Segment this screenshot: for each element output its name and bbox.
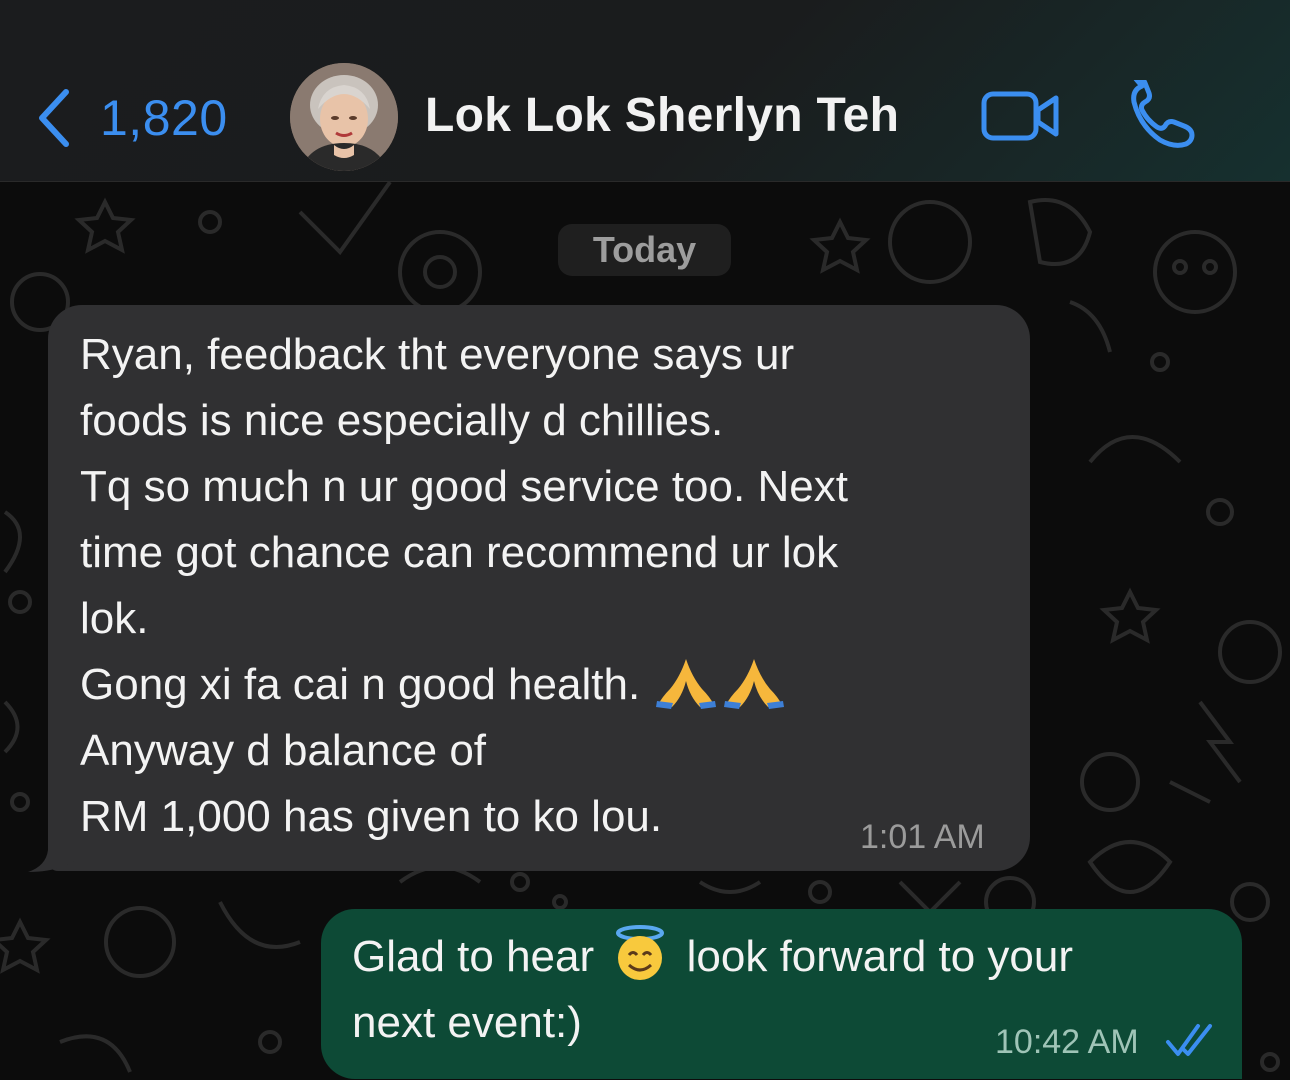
message-text-part: look forward to your	[686, 932, 1074, 981]
message-line: foods is nice especially d chillies.	[80, 396, 724, 445]
message-text-part: Glad to hear	[352, 932, 595, 981]
date-separator: Today	[558, 224, 731, 276]
message-line: time got chance can recommend ur lok	[80, 528, 839, 577]
back-button[interactable]: 1,820	[36, 86, 228, 150]
contact-name[interactable]: Lok Lok Sherlyn Teh	[425, 88, 899, 143]
message-line: Gong xi fa cai n good health.	[80, 660, 641, 709]
incoming-message-text: Ryan, feedback tht everyone says ur food…	[80, 322, 1010, 850]
chevron-left-icon	[39, 89, 69, 147]
outgoing-message-time: 10:42 AM	[995, 1023, 1139, 1061]
bubble-tail	[28, 820, 88, 872]
unread-count: 1,820	[100, 90, 228, 146]
message-line: Anyway d balance of	[80, 726, 487, 775]
folded-hands-emoji	[724, 659, 785, 709]
phone-icon[interactable]	[1128, 80, 1198, 150]
smiling-face-with-halo-emoji	[616, 925, 665, 980]
message-line: lok.	[80, 594, 149, 643]
contact-avatar[interactable]	[290, 63, 398, 171]
message-text-part: next event:)	[352, 998, 582, 1047]
double-check-read-icon	[1166, 1024, 1212, 1056]
video-camera-icon[interactable]	[980, 86, 1062, 146]
folded-hands-emoji	[656, 659, 717, 709]
message-line: Tq so much n ur good service too. Next	[80, 462, 848, 511]
chat-header: 1,820 Lok Lok Sherlyn Teh	[0, 0, 1290, 182]
message-line: Ryan, feedback tht everyone says ur	[80, 330, 795, 379]
message-line: RM 1,000 has given to ko lou.	[80, 792, 663, 841]
avatar-photo	[290, 63, 398, 171]
chat-screen: 1,820 Lok Lok Sherlyn Teh Today Ryan, fe…	[0, 0, 1290, 1080]
incoming-message-time: 1:01 AM	[860, 818, 985, 856]
